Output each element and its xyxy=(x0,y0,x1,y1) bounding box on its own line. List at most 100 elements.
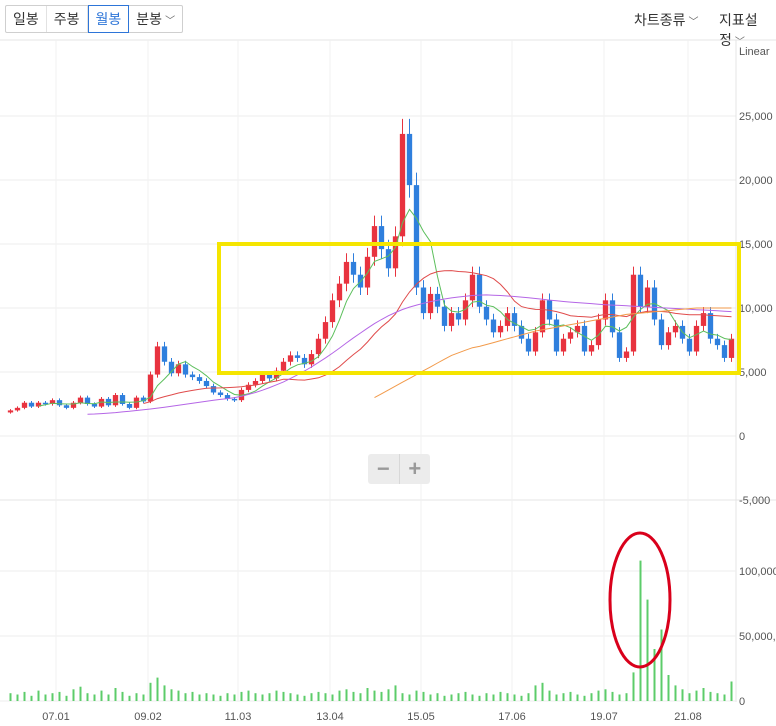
volume-bar xyxy=(520,695,523,701)
price-tick-label: 15,000 xyxy=(739,239,773,251)
volume-bar xyxy=(9,693,12,701)
volume-bar xyxy=(191,691,194,701)
candle-body xyxy=(119,395,126,404)
candle xyxy=(357,266,364,295)
candle-body xyxy=(427,293,434,314)
volume-bar xyxy=(723,694,726,701)
candle xyxy=(539,293,546,338)
volume-bars xyxy=(9,560,733,701)
volume-bar xyxy=(100,690,103,701)
candle xyxy=(546,293,553,326)
candle xyxy=(196,374,203,384)
candle-body xyxy=(420,287,427,314)
candle-body xyxy=(350,261,357,275)
price-tick-label: -5,000 xyxy=(739,495,770,507)
volume-bar xyxy=(338,690,341,701)
volume-bar xyxy=(219,695,222,701)
candle xyxy=(294,351,301,362)
candle-body xyxy=(21,402,28,408)
candle xyxy=(56,398,63,407)
candle xyxy=(455,306,462,326)
candle-body xyxy=(532,332,539,352)
volume-bar xyxy=(464,691,467,701)
volume-bar xyxy=(170,689,173,701)
candle xyxy=(392,226,399,277)
candle xyxy=(707,306,714,344)
candle xyxy=(588,340,595,356)
candle-body xyxy=(602,300,609,320)
candle-body xyxy=(203,380,210,387)
volume-bar xyxy=(37,690,40,701)
candle-body xyxy=(112,395,119,406)
candle-body xyxy=(553,319,560,352)
volume-bar xyxy=(709,691,712,701)
candle xyxy=(371,215,378,266)
time-tick-label: 19.07 xyxy=(590,711,618,723)
candle-body xyxy=(728,338,735,358)
candle-body xyxy=(385,249,392,269)
candle xyxy=(525,333,532,356)
price-tick-label: 0 xyxy=(739,431,745,443)
stock-chart[interactable]: -5,000 0 5,000 10,000 15,000 20,000 25,000 Line… xyxy=(0,0,776,726)
candle-body xyxy=(322,322,329,339)
zoom-out-button[interactable]: − xyxy=(368,454,400,484)
candle xyxy=(224,392,231,401)
candle-body xyxy=(133,397,140,408)
candle xyxy=(161,341,168,366)
volume-bar xyxy=(681,689,684,701)
volume-bar xyxy=(303,695,306,701)
volume-bar xyxy=(296,694,299,701)
candle xyxy=(154,341,161,378)
candle xyxy=(84,395,91,406)
candle-body xyxy=(455,313,462,320)
volume-bar xyxy=(604,689,607,701)
volume-bar xyxy=(331,694,334,701)
volume-bar xyxy=(72,689,75,701)
volume-bar xyxy=(359,693,362,701)
candle xyxy=(609,293,616,338)
volume-bar xyxy=(324,693,327,701)
zoom-in-button[interactable]: + xyxy=(400,454,431,484)
candle xyxy=(413,172,420,295)
candle xyxy=(378,215,385,259)
volume-bar xyxy=(660,629,663,701)
volume-bar xyxy=(142,694,145,701)
candle-body xyxy=(91,404,98,407)
candle-body xyxy=(7,410,14,413)
volume-bar xyxy=(401,693,404,701)
time-tick-label: 09.02 xyxy=(134,711,162,723)
volume-bar xyxy=(107,694,110,701)
volume-bar xyxy=(30,695,33,701)
time-axis: 07.01 09.02 11.03 13.04 15.05 17.06 19.07 21.08 xyxy=(42,711,702,723)
candle-body xyxy=(469,274,476,301)
candle xyxy=(252,378,259,388)
candle xyxy=(322,316,329,344)
candle-body xyxy=(126,404,133,408)
volume-bar xyxy=(373,690,376,701)
volume-bar xyxy=(646,599,649,701)
volume-bar xyxy=(387,689,390,701)
volume-bar xyxy=(667,675,670,701)
volume-bar xyxy=(317,691,320,701)
candle xyxy=(119,392,126,406)
volume-bar xyxy=(555,694,558,701)
candle xyxy=(287,351,294,366)
volume-bar xyxy=(611,691,614,701)
candle-body xyxy=(637,274,644,307)
candle-body xyxy=(399,133,406,237)
volume-bar xyxy=(576,694,579,701)
candle xyxy=(651,280,658,326)
candle-body xyxy=(483,306,490,320)
candle-body xyxy=(217,392,224,396)
volume-bar xyxy=(450,694,453,701)
volume-bar xyxy=(674,685,677,701)
volume-bar xyxy=(625,693,628,701)
candle xyxy=(112,392,119,407)
candle-body xyxy=(707,313,714,339)
candle-body xyxy=(406,133,413,186)
candle xyxy=(721,340,728,362)
volume-bar xyxy=(247,690,250,701)
candle xyxy=(203,378,210,389)
volume-bar xyxy=(51,693,54,701)
candle xyxy=(350,253,357,283)
